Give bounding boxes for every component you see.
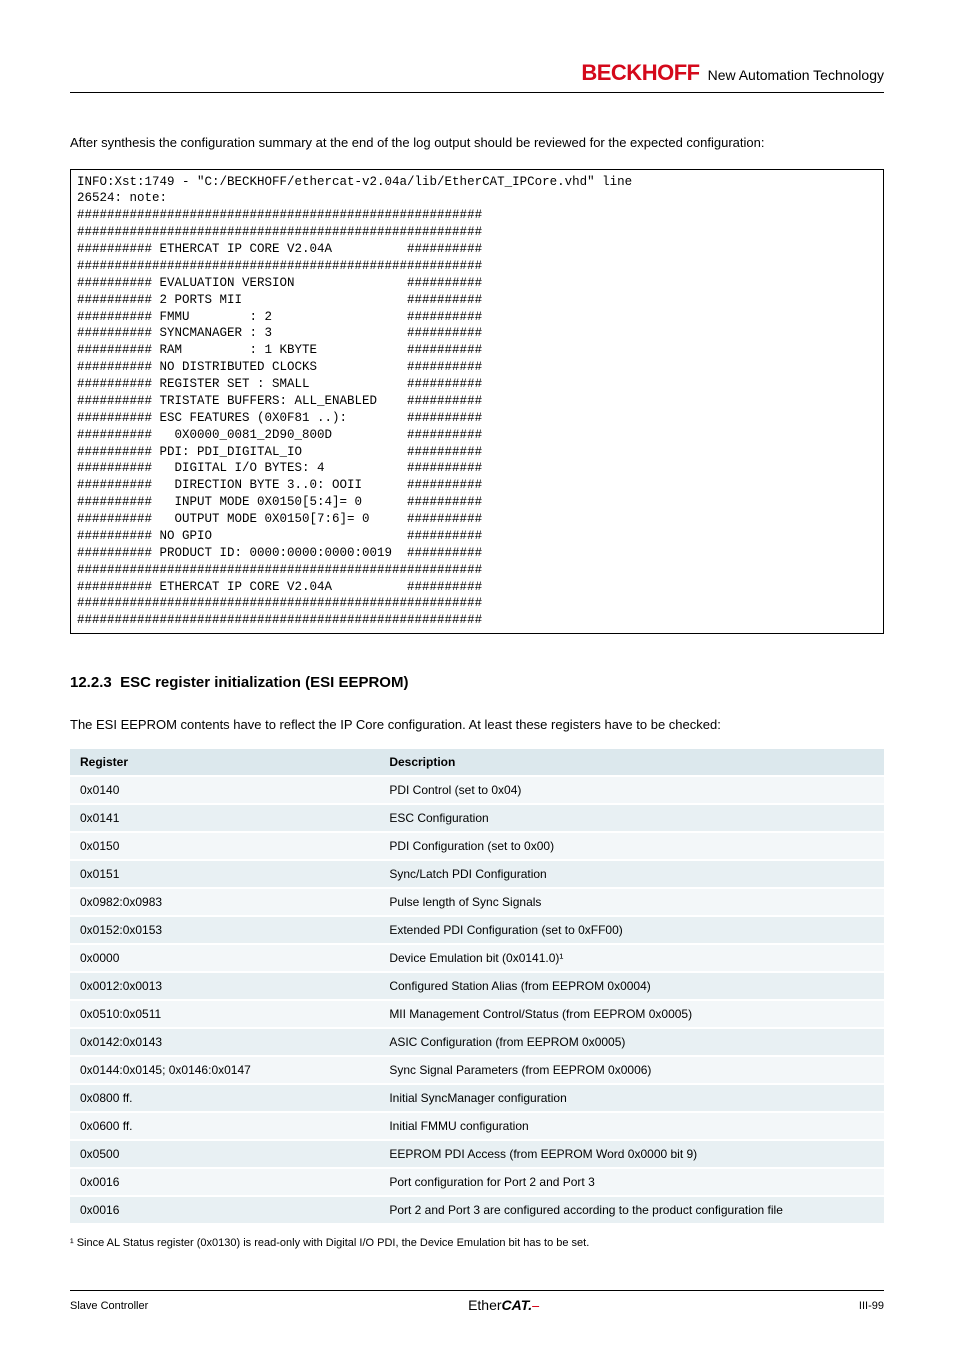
- table-row: 0x0150PDI Configuration (set to 0x00): [70, 832, 884, 860]
- table-cell-description: Pulse length of Sync Signals: [379, 888, 884, 916]
- synthesis-log-output: INFO:Xst:1749 - "C:/BECKHOFF/ethercat-v2…: [70, 169, 884, 635]
- section-description: The ESI EEPROM contents have to reflect …: [70, 715, 884, 735]
- table-cell-register: 0x0151: [70, 860, 379, 888]
- intro-paragraph: After synthesis the configuration summar…: [70, 133, 884, 153]
- table-row: 0x0982:0x0983Pulse length of Sync Signal…: [70, 888, 884, 916]
- table-cell-register: 0x0510:0x0511: [70, 1000, 379, 1028]
- table-row: 0x0800 ff.Initial SyncManager configurat…: [70, 1084, 884, 1112]
- table-cell-register: 0x0982:0x0983: [70, 888, 379, 916]
- table-cell-register: 0x0016: [70, 1168, 379, 1196]
- table-row: 0x0510:0x0511MII Management Control/Stat…: [70, 1000, 884, 1028]
- table-cell-register: 0x0000: [70, 944, 379, 972]
- section-heading: 12.2.3 ESC register initialization (ESI …: [70, 674, 884, 691]
- table-cell-description: PDI Control (set to 0x04): [379, 776, 884, 804]
- table-cell-description: Sync/Latch PDI Configuration: [379, 860, 884, 888]
- table-row: 0x0142:0x0143ASIC Configuration (from EE…: [70, 1028, 884, 1056]
- table-row: 0x0500EEPROM PDI Access (from EEPROM Wor…: [70, 1140, 884, 1168]
- table-row: 0x0012:0x0013Configured Station Alias (f…: [70, 972, 884, 1000]
- table-cell-register: 0x0144:0x0145; 0x0146:0x0147: [70, 1056, 379, 1084]
- table-cell-description: PDI Configuration (set to 0x00): [379, 832, 884, 860]
- table-cell-description: Port 2 and Port 3 are configured accordi…: [379, 1196, 884, 1224]
- footer-logo: EtherCAT.⎯: [468, 1297, 539, 1314]
- table-row: 0x0016Port configuration for Port 2 and …: [70, 1168, 884, 1196]
- brand-logo: BECKHOFF: [581, 60, 699, 86]
- table-cell-description: ASIC Configuration (from EEPROM 0x0005): [379, 1028, 884, 1056]
- register-table: Register Description 0x0140PDI Control (…: [70, 749, 884, 1225]
- table-header-description: Description: [379, 749, 884, 776]
- table-row: 0x0600 ff.Initial FMMU configuration: [70, 1112, 884, 1140]
- table-cell-register: 0x0141: [70, 804, 379, 832]
- table-cell-register: 0x0016: [70, 1196, 379, 1224]
- table-cell-register: 0x0152:0x0153: [70, 916, 379, 944]
- table-cell-register: 0x0142:0x0143: [70, 1028, 379, 1056]
- table-cell-description: Initial SyncManager configuration: [379, 1084, 884, 1112]
- table-cell-description: Configured Station Alias (from EEPROM 0x…: [379, 972, 884, 1000]
- table-row: 0x0144:0x0145; 0x0146:0x0147Sync Signal …: [70, 1056, 884, 1084]
- section-title: ESC register initialization (ESI EEPROM): [120, 674, 408, 691]
- footnote: ¹ Since AL Status register (0x0130) is r…: [70, 1237, 884, 1249]
- brand-tagline: New Automation Technology: [708, 67, 884, 83]
- table-cell-description: Sync Signal Parameters (from EEPROM 0x00…: [379, 1056, 884, 1084]
- footer-logo-a: Ether: [468, 1297, 501, 1313]
- table-header-register: Register: [70, 749, 379, 776]
- table-row: 0x0151Sync/Latch PDI Configuration: [70, 860, 884, 888]
- table-row: 0x0141ESC Configuration: [70, 804, 884, 832]
- table-cell-description: Port configuration for Port 2 and Port 3: [379, 1168, 884, 1196]
- table-cell-description: Device Emulation bit (0x0141.0)¹: [379, 944, 884, 972]
- footer-left: Slave Controller: [70, 1300, 148, 1312]
- table-cell-description: Initial FMMU configuration: [379, 1112, 884, 1140]
- table-cell-register: 0x0012:0x0013: [70, 972, 379, 1000]
- page-header: BECKHOFF New Automation Technology: [70, 60, 884, 93]
- table-cell-register: 0x0600 ff.: [70, 1112, 379, 1140]
- page-footer: Slave Controller EtherCAT.⎯ III-99: [70, 1290, 884, 1314]
- footer-logo-arrow: ⎯: [532, 1297, 539, 1313]
- table-cell-register: 0x0150: [70, 832, 379, 860]
- table-row: 0x0000Device Emulation bit (0x0141.0)¹: [70, 944, 884, 972]
- footer-page-number: III-99: [859, 1300, 884, 1312]
- section-number: 12.2.3: [70, 674, 112, 691]
- footer-logo-b: CAT.: [502, 1297, 533, 1313]
- table-cell-register: 0x0500: [70, 1140, 379, 1168]
- table-cell-description: MII Management Control/Status (from EEPR…: [379, 1000, 884, 1028]
- table-row: 0x0140PDI Control (set to 0x04): [70, 776, 884, 804]
- table-row: 0x0152:0x0153Extended PDI Configuration …: [70, 916, 884, 944]
- table-cell-description: EEPROM PDI Access (from EEPROM Word 0x00…: [379, 1140, 884, 1168]
- table-cell-register: 0x0140: [70, 776, 379, 804]
- table-row: 0x0016Port 2 and Port 3 are configured a…: [70, 1196, 884, 1224]
- table-cell-description: Extended PDI Configuration (set to 0xFF0…: [379, 916, 884, 944]
- table-cell-register: 0x0800 ff.: [70, 1084, 379, 1112]
- table-cell-description: ESC Configuration: [379, 804, 884, 832]
